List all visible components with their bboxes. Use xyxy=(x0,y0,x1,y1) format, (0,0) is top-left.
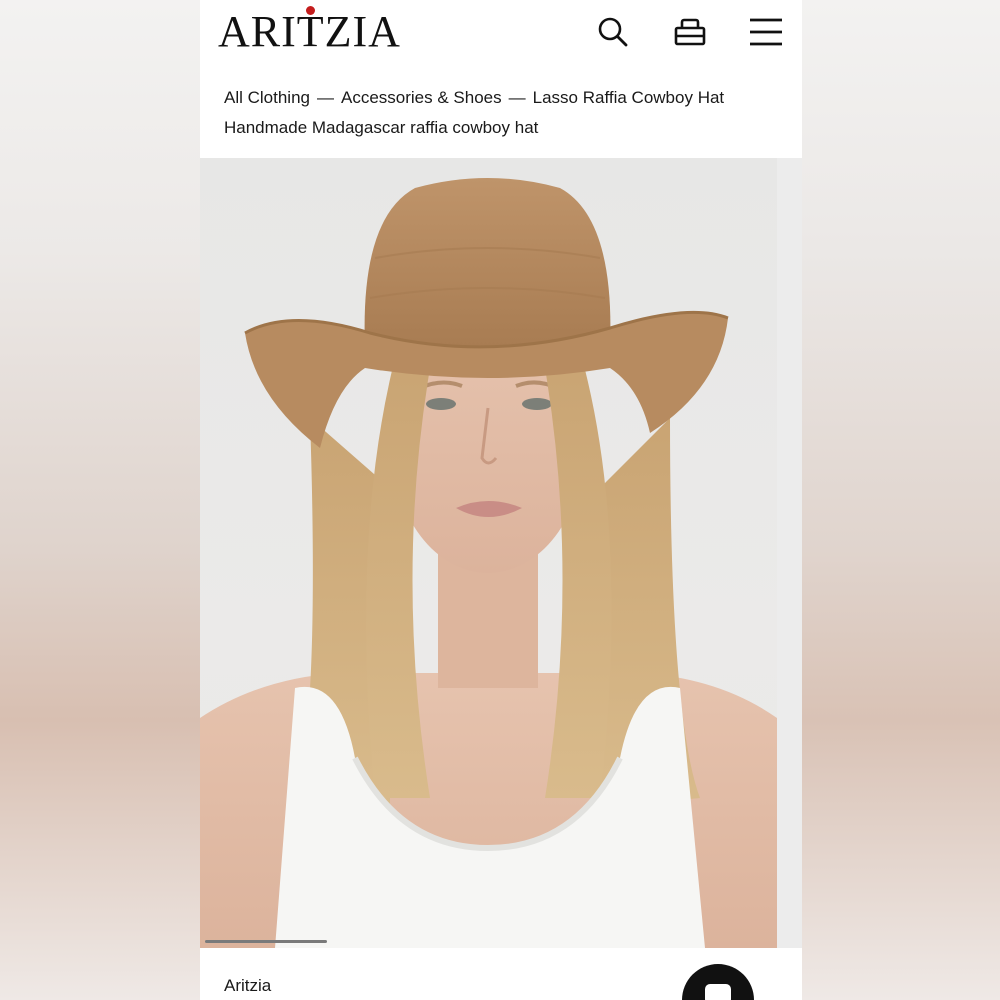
breadcrumb-separator: — xyxy=(317,88,334,107)
breadcrumb-item-current: Lasso Raffia Cowboy Hat xyxy=(532,88,725,107)
next-image-peek[interactable] xyxy=(777,158,802,948)
product-page: ARITZIA All Clothing — Accessories & Shoe xyxy=(200,0,802,1000)
breadcrumb-separator: — xyxy=(508,88,526,107)
breadcrumb-item-all-clothing[interactable]: All Clothing xyxy=(224,88,310,108)
chat-button[interactable] xyxy=(682,964,754,1000)
product-brand-label: Aritzia xyxy=(224,976,272,995)
search-icon xyxy=(598,17,628,47)
search-button[interactable] xyxy=(595,14,631,50)
menu-button[interactable] xyxy=(748,14,784,50)
logo-accent-dot xyxy=(306,6,315,15)
breadcrumb: All Clothing — Accessories & Shoes — Lasso R… xyxy=(224,88,724,108)
shopping-bag-icon xyxy=(674,18,706,46)
product-photo[interactable] xyxy=(200,158,777,948)
shopping-bag-button[interactable] xyxy=(672,14,708,50)
product-subtitle: Handmade Madagascar raffia cowboy hat xyxy=(224,118,539,137)
background-blur-right xyxy=(802,0,1000,1000)
chat-icon xyxy=(705,984,731,1000)
gallery-scroll-indicator xyxy=(205,940,327,943)
site-header: ARITZIA xyxy=(200,0,802,66)
breadcrumb-item-accessories[interactable]: Accessories & Shoes xyxy=(341,88,502,108)
background-blur-left xyxy=(0,0,200,1000)
hamburger-menu-icon xyxy=(750,18,782,46)
product-image-gallery[interactable] xyxy=(200,158,777,948)
